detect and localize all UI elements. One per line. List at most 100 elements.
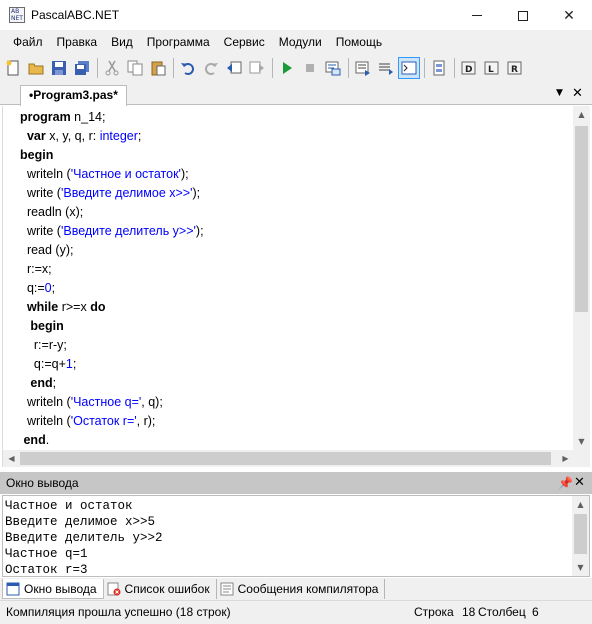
status-line-value: 18 [462, 605, 476, 619]
run-button[interactable] [276, 57, 298, 79]
output-line: Введите делимое x>>5 [5, 515, 156, 529]
window-title: PascalABC.NET [31, 8, 120, 22]
undo-icon [181, 63, 194, 75]
cut-button[interactable] [101, 57, 123, 79]
back-button[interactable] [223, 57, 245, 79]
stop-icon [306, 64, 314, 72]
close-icon: ✕ [563, 7, 575, 24]
scroll-left-icon[interactable]: ◀ [3, 450, 20, 467]
code-line: program n_14; [20, 108, 204, 127]
code-line: writeln ('Частное q=', q); [20, 393, 204, 412]
save-button[interactable] [48, 57, 70, 79]
close-button[interactable]: ✕ [546, 0, 592, 31]
minimize-button[interactable] [454, 0, 500, 31]
maximize-button[interactable] [500, 0, 546, 31]
code-token: read (y); [20, 243, 74, 257]
code-token: program [20, 110, 71, 124]
code-token: q:= [20, 281, 45, 295]
code-token: ); [195, 224, 204, 238]
scroll-thumb[interactable] [20, 452, 551, 465]
close-tab-icon[interactable]: ✕ [572, 86, 583, 101]
toolbar-separator [454, 58, 455, 78]
menu-file[interactable]: Файл [6, 31, 50, 53]
tab-output-window[interactable]: Окно вывода [2, 579, 104, 599]
svg-text:L: L [488, 65, 494, 75]
paste-button[interactable] [147, 57, 169, 79]
copy-button[interactable] [124, 57, 146, 79]
code-line: var x, y, q, r: integer; [20, 127, 204, 146]
code-line: q:=q+1; [20, 355, 204, 374]
open-button[interactable] [25, 57, 47, 79]
code-line: r:=r-y; [20, 336, 204, 355]
code-token: 'Остаток r=' [70, 414, 137, 428]
tab-error-list[interactable]: Список ошибок [104, 579, 217, 599]
scroll-up-icon[interactable]: ▲ [572, 496, 589, 513]
code-line: q:=0; [20, 279, 204, 298]
output-vertical-scrollbar[interactable]: ▲ ▼ [572, 496, 589, 576]
scroll-up-icon[interactable]: ▲ [573, 106, 590, 123]
forward-button[interactable] [246, 57, 268, 79]
code-line: end. [20, 431, 204, 450]
registers-button[interactable]: R [504, 57, 526, 79]
code-editor[interactable]: program n_14; var x, y, q, r: integer; be… [2, 106, 590, 467]
menu-bar: Файл Правка Вид Программа Сервис Модули … [0, 31, 592, 53]
editor-horizontal-scrollbar[interactable]: ◀ ▶ [3, 450, 574, 467]
editor-vertical-scrollbar[interactable]: ▲ ▼ [573, 106, 590, 467]
close-panel-icon[interactable]: ✕ [574, 472, 585, 494]
code-token: 'Частное q=' [70, 395, 142, 409]
scroll-thumb[interactable] [574, 514, 587, 554]
menu-help[interactable]: Помощь [329, 31, 389, 53]
compile-button[interactable] [322, 57, 344, 79]
menu-view[interactable]: Вид [104, 31, 140, 53]
stop-button[interactable] [299, 57, 321, 79]
menu-edit[interactable]: Правка [50, 31, 105, 53]
back-icon [227, 61, 242, 74]
code-line: while r>=x do [20, 298, 204, 317]
new-file-button[interactable] [2, 57, 24, 79]
save-all-button[interactable] [71, 57, 93, 79]
code-token: , r); [136, 414, 156, 428]
step-button[interactable] [352, 57, 374, 79]
code-token: 'Частное и остаток' [70, 167, 181, 181]
scroll-right-icon[interactable]: ▶ [557, 450, 574, 467]
code-line: r:=x; [20, 260, 204, 279]
locals-button[interactable]: L [481, 57, 503, 79]
step-over-icon [379, 63, 393, 75]
code-token: 1 [65, 357, 73, 371]
step-over-button[interactable] [375, 57, 397, 79]
scroll-thumb[interactable] [575, 126, 588, 312]
new-file-icon [6, 60, 19, 76]
toolbar-separator [424, 58, 425, 78]
undo-button[interactable] [177, 57, 199, 79]
menu-modules[interactable]: Модули [272, 31, 329, 53]
console-button[interactable] [398, 57, 420, 79]
code-token: 0 [44, 281, 52, 295]
scroll-down-icon[interactable]: ▼ [572, 559, 589, 576]
output-window[interactable]: Частное и остаток Введите делимое x>>5 Вве… [2, 495, 590, 577]
output-lines: Частное и остаток Введите делимое x>>5 Вве… [5, 498, 163, 576]
menu-service[interactable]: Сервис [217, 31, 272, 53]
chevron-down-icon[interactable]: ▼ [556, 88, 563, 98]
title-bar: AB NET PascalABC.NET ✕ [0, 0, 592, 31]
code-line: begin [20, 317, 204, 336]
redo-button[interactable] [200, 57, 222, 79]
scroll-down-icon[interactable]: ▼ [573, 433, 590, 450]
menu-program[interactable]: Программа [140, 31, 217, 53]
watch-button[interactable]: D [458, 57, 480, 79]
debug-button[interactable] [428, 57, 450, 79]
pin-icon[interactable]: 📌 [558, 472, 573, 494]
tab-compiler-messages[interactable]: Сообщения компилятора [217, 579, 386, 599]
code-token: ; [51, 281, 56, 295]
save-icon [52, 61, 66, 75]
tab-program3[interactable]: •Program3.pas* [20, 85, 127, 106]
toolbar-separator [348, 58, 349, 78]
editor-tab-bar: •Program3.pas* ▼ ✕ [0, 83, 592, 106]
minimize-icon [472, 15, 482, 16]
forward-icon [249, 61, 264, 74]
tab-output-window-label: Окно вывода [24, 581, 97, 596]
run-icon [283, 62, 292, 74]
save-all-icon [75, 61, 89, 75]
